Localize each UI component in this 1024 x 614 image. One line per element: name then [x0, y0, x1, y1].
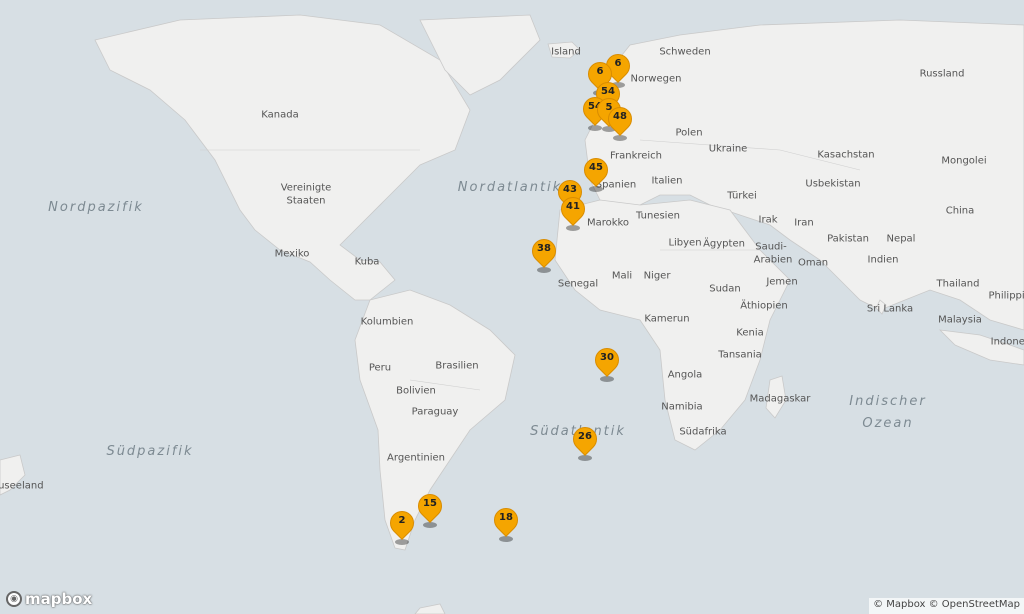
ocean-label-ozean: Ozean: [862, 416, 914, 431]
mapbox-logo-icon: ◉: [6, 591, 22, 607]
map-attribution[interactable]: © Mapbox © OpenStreetMap: [869, 598, 1024, 614]
ocean-label-nordatlantik: Nordatlantik: [457, 180, 563, 195]
ocean-label-indischer: Indischer: [849, 394, 927, 409]
map-marker[interactable]: 48: [603, 102, 637, 141]
map-marker[interactable]: 2: [385, 506, 419, 545]
map-canvas[interactable]: Nordpazifik Nordatlantik Südatlantik Süd…: [0, 0, 1024, 614]
ocean-label-nordpazifik: Nordpazifik: [48, 200, 144, 215]
map-marker[interactable]: 38: [527, 234, 561, 273]
mapbox-logo[interactable]: ◉ mapbox: [6, 590, 92, 608]
ocean-label-suedpazifik: Südpazifik: [106, 444, 194, 459]
mapbox-logo-text: mapbox: [25, 590, 93, 608]
map-marker[interactable]: 41: [556, 192, 590, 231]
map-marker[interactable]: 30: [590, 343, 624, 382]
map-marker[interactable]: 15: [413, 489, 447, 528]
map-marker[interactable]: 26: [568, 422, 602, 461]
map-marker[interactable]: 18: [489, 503, 523, 542]
map-marker[interactable]: 45: [579, 153, 613, 192]
